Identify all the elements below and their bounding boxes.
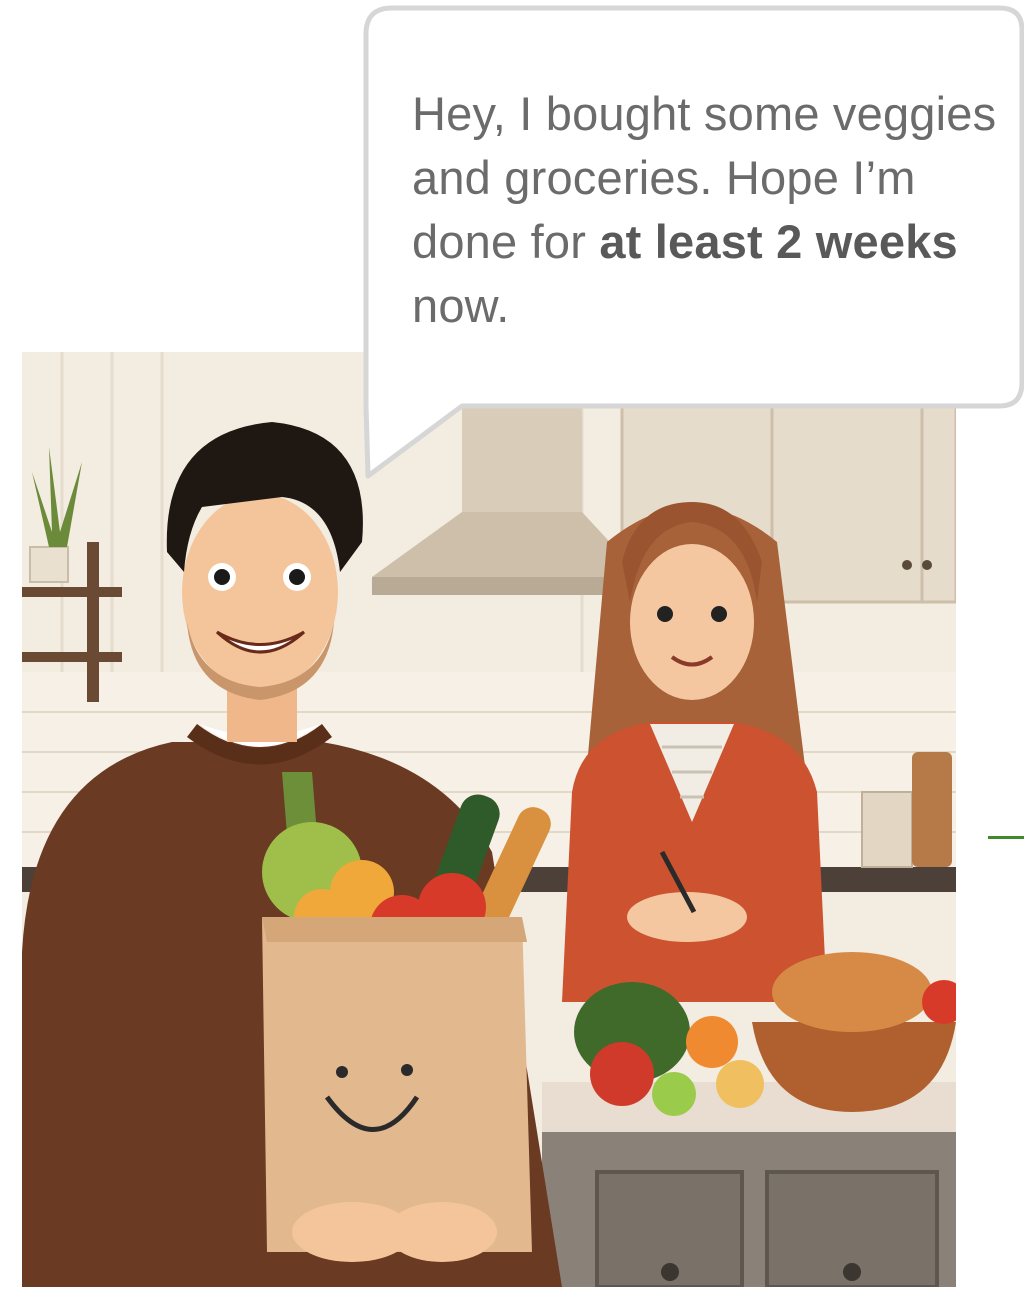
bubble-text-part2: now. <box>412 279 510 332</box>
kitchen-illustration <box>22 352 956 1287</box>
green-accent-line <box>988 836 1024 839</box>
front-counter <box>542 1082 956 1287</box>
speech-bubble-text: Hey, I bought some veggies and groceries… <box>412 82 1012 338</box>
bubble-text-bold: at least 2 weeks <box>599 215 958 268</box>
